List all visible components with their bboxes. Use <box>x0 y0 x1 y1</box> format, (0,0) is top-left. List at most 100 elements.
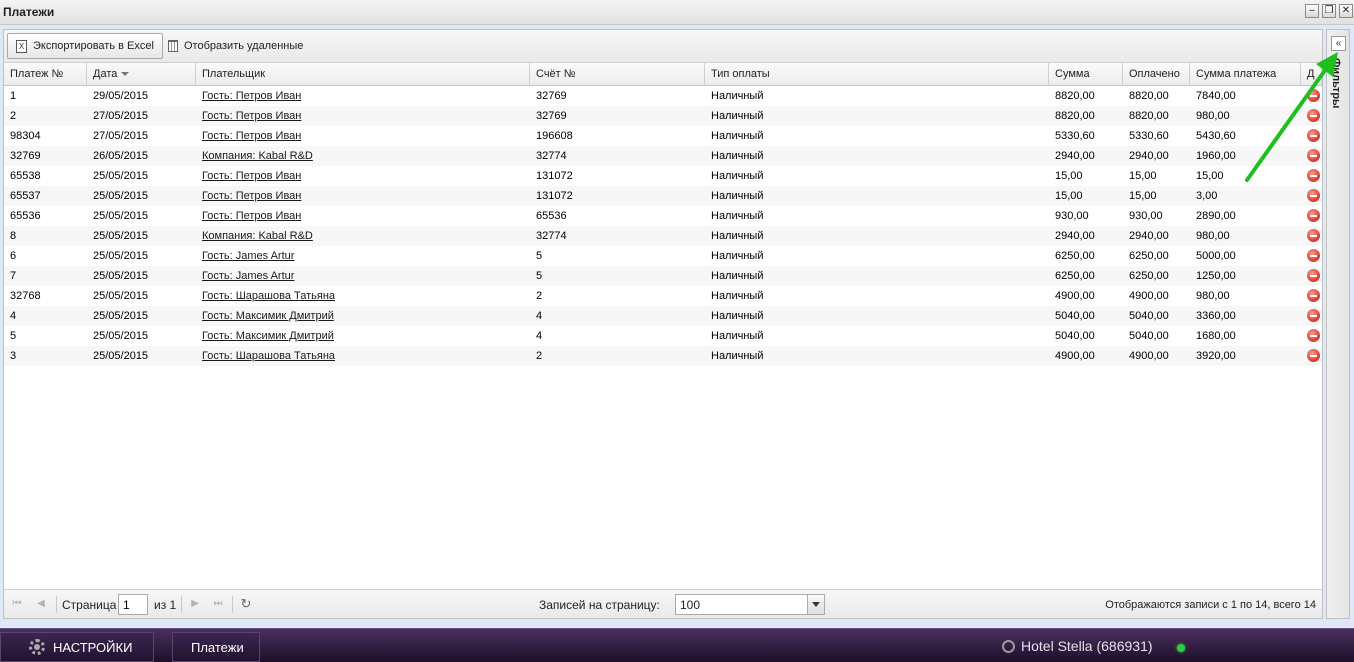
table-row[interactable]: 6 25/05/2015 Гость: James Artur 5 Наличный 62… <box>4 246 1322 266</box>
column-header-date[interactable]: Дата <box>87 63 196 85</box>
next-page-icon[interactable]: ▶ <box>188 597 202 611</box>
table-row[interactable]: 3 25/05/2015 Гость: Шарашова Татьяна 2 Налич… <box>4 346 1322 366</box>
delete-icon[interactable] <box>1307 249 1320 262</box>
delete-icon[interactable] <box>1307 129 1320 142</box>
cell-paid: 6250,00 <box>1129 250 1169 262</box>
delete-icon[interactable] <box>1307 109 1320 122</box>
table-row[interactable]: 2 27/05/2015 Гость: Петров Иван 32769 Наличн… <box>4 106 1322 126</box>
page-number-input[interactable] <box>118 594 148 615</box>
separator <box>56 596 57 613</box>
cell-paid: 2940,00 <box>1129 230 1169 242</box>
filters-panel[interactable]: « Фильтры <box>1326 29 1350 619</box>
column-header-amount[interactable]: Сумма <box>1049 63 1123 85</box>
table-row[interactable]: 7 25/05/2015 Гость: James Artur 5 Наличный 62… <box>4 266 1322 286</box>
cell-payer-link[interactable]: Гость: James Artur <box>196 246 530 266</box>
cell-payer-link[interactable]: Компания: Kabal R&D <box>196 226 530 246</box>
column-header-payer[interactable]: Плательщик <box>196 63 530 85</box>
hotel-label: Hotel Stella (686931) <box>1021 638 1153 654</box>
cell-payment-amount: 15,00 <box>1196 170 1224 182</box>
cell-payer-link[interactable]: Гость: Петров Иван <box>196 86 530 106</box>
delete-icon[interactable] <box>1307 289 1320 302</box>
cell-payer-link[interactable]: Гость: Шарашова Татьяна <box>196 286 530 306</box>
delete-icon[interactable] <box>1307 309 1320 322</box>
cell-payment-type: Наличный <box>711 230 764 242</box>
delete-icon[interactable] <box>1307 89 1320 102</box>
separator <box>181 596 182 613</box>
delete-icon[interactable] <box>1307 229 1320 242</box>
cell-payment-type: Наличный <box>711 210 764 222</box>
cell-payer-link[interactable]: Гость: Максимик Дмитрий <box>196 326 530 346</box>
table-row[interactable]: 65536 25/05/2015 Гость: Петров Иван 65536 На… <box>4 206 1322 226</box>
table-row[interactable]: 1 29/05/2015 Гость: Петров Иван 32769 Наличн… <box>4 86 1322 106</box>
show-deleted-button[interactable]: Отобразить удаленные <box>160 33 311 59</box>
payments-task-button[interactable]: Платежи <box>172 632 260 662</box>
cell-payer-link[interactable]: Гость: James Artur <box>196 266 530 286</box>
table-row[interactable]: 32768 25/05/2015 Гость: Шарашова Татьяна 2 Н… <box>4 286 1322 306</box>
cell-payer-link[interactable]: Гость: Петров Иван <box>196 106 530 126</box>
column-header-payment-amount[interactable]: Сумма платежа <box>1190 63 1301 85</box>
refresh-icon[interactable]: ↻ <box>239 597 253 611</box>
cell-payer-link[interactable]: Гость: Петров Иван <box>196 186 530 206</box>
cell-payment-type: Наличный <box>711 110 764 122</box>
cell-payment-no: 3 <box>10 350 17 362</box>
cell-payer-link[interactable]: Гость: Максимик Дмитрий <box>196 306 530 326</box>
close-button[interactable]: ✕ <box>1339 4 1353 18</box>
table-row[interactable]: 4 25/05/2015 Гость: Максимик Дмитрий 4 Налич… <box>4 306 1322 326</box>
cell-payer-link[interactable]: Гость: Петров Иван <box>196 126 530 146</box>
minimize-button[interactable]: – <box>1305 4 1319 18</box>
delete-icon[interactable] <box>1307 169 1320 182</box>
delete-icon[interactable] <box>1307 149 1320 162</box>
delete-icon[interactable] <box>1307 209 1320 222</box>
cell-payment-no: 98304 <box>10 130 41 142</box>
restore-button[interactable]: ❐ <box>1322 4 1336 18</box>
table-row[interactable]: 65537 25/05/2015 Гость: Петров Иван 131072 Н… <box>4 186 1322 206</box>
connection-status-indicator <box>1177 644 1185 652</box>
payments-panel: X Экспортировать в Excel Отобразить удал… <box>3 29 1323 619</box>
cell-amount: 6250,00 <box>1055 250 1095 262</box>
table-row[interactable]: 32769 26/05/2015 Компания: Kabal R&D 32774 Н… <box>4 146 1322 166</box>
cell-date: 25/05/2015 <box>93 350 149 362</box>
table-row[interactable]: 8 25/05/2015 Компания: Kabal R&D 32774 Налич… <box>4 226 1322 246</box>
cell-paid: 15,00 <box>1129 170 1157 182</box>
cell-payer-link[interactable]: Компания: Kabal R&D <box>196 146 530 166</box>
trash-icon <box>168 40 178 52</box>
cell-invoice-no: 196608 <box>536 130 573 142</box>
page-label: Страница <box>62 598 117 612</box>
table-row[interactable]: 65538 25/05/2015 Гость: Петров Иван 131072 Н… <box>4 166 1322 186</box>
cell-payer-link[interactable]: Гость: Шарашова Татьяна <box>196 346 530 366</box>
first-page-icon[interactable]: ⏮ <box>10 597 24 611</box>
cell-invoice-no: 5 <box>536 270 543 282</box>
cell-invoice-no: 65536 <box>536 210 567 222</box>
expand-filters-button[interactable]: « <box>1331 36 1346 51</box>
cell-paid: 930,00 <box>1129 210 1163 222</box>
column-header-delete[interactable]: Д <box>1301 63 1322 85</box>
column-header-paid[interactable]: Оплачено <box>1123 63 1190 85</box>
column-header-invoice-no[interactable]: Счёт № <box>530 63 705 85</box>
chevron-down-icon[interactable] <box>807 595 824 614</box>
cell-payer-link[interactable]: Гость: Петров Иван <box>196 166 530 186</box>
cell-invoice-no: 32769 <box>536 110 567 122</box>
payments-task-label: Платежи <box>191 639 244 655</box>
cell-delete <box>1301 166 1322 186</box>
cell-date: 25/05/2015 <box>93 310 149 322</box>
per-page-select[interactable]: 100 <box>675 594 825 615</box>
delete-icon[interactable] <box>1307 189 1320 202</box>
cell-amount: 8820,00 <box>1055 110 1095 122</box>
column-header-payment-no[interactable]: Платеж № <box>4 63 87 85</box>
last-page-icon[interactable]: ⏭ <box>211 597 225 611</box>
cell-payer-link[interactable]: Гость: Петров Иван <box>196 206 530 226</box>
cell-payment-type: Наличный <box>711 130 764 142</box>
delete-icon[interactable] <box>1307 329 1320 342</box>
delete-icon[interactable] <box>1307 349 1320 362</box>
table-row[interactable]: 5 25/05/2015 Гость: Максимик Дмитрий 4 Налич… <box>4 326 1322 346</box>
export-excel-button[interactable]: X Экспортировать в Excel <box>7 33 163 59</box>
prev-page-icon[interactable]: ◀ <box>34 597 48 611</box>
settings-button[interactable]: НАСТРОЙКИ <box>0 632 154 662</box>
delete-icon[interactable] <box>1307 269 1320 282</box>
table-row[interactable]: 98304 27/05/2015 Гость: Петров Иван 196608 Н… <box>4 126 1322 146</box>
cell-date: 27/05/2015 <box>93 110 149 122</box>
cell-payment-no: 1 <box>10 90 17 102</box>
column-header-payment-type[interactable]: Тип оплаты <box>705 63 1049 85</box>
cell-delete <box>1301 206 1322 226</box>
page-count-label: из 1 <box>154 598 177 612</box>
